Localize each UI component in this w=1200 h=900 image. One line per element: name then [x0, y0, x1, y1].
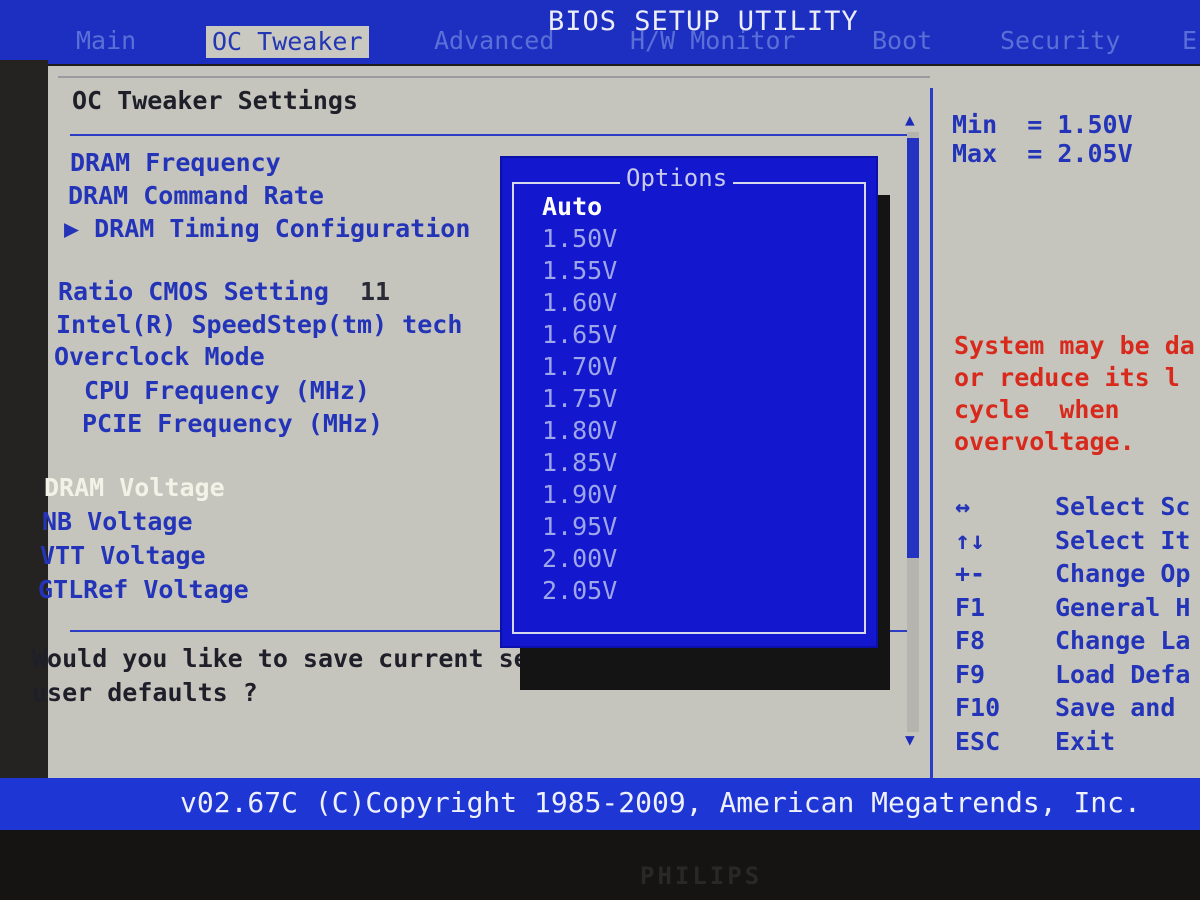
key-row: F1 General H: [955, 593, 1200, 627]
setting-vtt-voltage[interactable]: VTT Voltage: [40, 541, 206, 570]
section-divider: [70, 134, 910, 136]
tab-main[interactable]: Main: [76, 26, 136, 55]
frame-border: [58, 76, 930, 78]
tab-exit[interactable]: E: [1182, 26, 1197, 55]
setting-pcie-frequency[interactable]: PCIE Frequency (MHz): [82, 409, 383, 438]
key-row: ESC Exit: [955, 727, 1200, 761]
option-2-00v[interactable]: 2.00V: [542, 544, 617, 573]
submenu-dram-timing-configuration[interactable]: ▶ DRAM Timing Configuration: [64, 214, 470, 243]
setting-dram-command-rate[interactable]: DRAM Command Rate: [68, 181, 324, 210]
overvoltage-warning: System may be da or reduce its l cycle w…: [954, 331, 1195, 456]
setting-label: Ratio CMOS Setting: [58, 277, 329, 306]
key-row: ↑↓ Select It: [955, 526, 1200, 560]
voltage-range-help: Min = 1.50V Max = 2.05V: [952, 110, 1133, 168]
options-popup[interactable]: Options Auto 1.50V 1.55V 1.60V 1.65V 1.7…: [500, 156, 878, 648]
help-divider: [930, 88, 933, 778]
option-2-05v[interactable]: 2.05V: [542, 576, 617, 605]
key-row: F8 Change La: [955, 626, 1200, 660]
setting-intel-speedstep[interactable]: Intel(R) SpeedStep(tm) tech: [56, 310, 462, 339]
section-title: OC Tweaker Settings: [72, 86, 358, 115]
option-auto[interactable]: Auto: [542, 192, 602, 221]
footer-bar: v02.67C (C)Copyright 1985-2009, American…: [0, 778, 1200, 830]
key-description: Select Sc: [1055, 492, 1191, 521]
title-bar: BIOS SETUP UTILITY Main OC Tweaker Advan…: [0, 0, 1200, 64]
key-arrows-ud-icon: ↑↓: [955, 525, 986, 555]
popup-title: Options: [620, 164, 734, 192]
key-esc: ESC: [955, 726, 1001, 756]
setting-ratio-cmos[interactable]: Ratio CMOS Setting 11: [58, 277, 390, 306]
monitor-brand-logo: PHILIPS: [640, 862, 763, 890]
option-1-80v[interactable]: 1.80V: [542, 416, 617, 445]
key-row: F9 Load Defa: [955, 660, 1200, 694]
key-description: Save and: [1055, 693, 1176, 722]
setting-gtlref-voltage[interactable]: GTLRef Voltage: [38, 575, 249, 604]
scroll-up-icon[interactable]: ▲: [905, 110, 915, 129]
key-description: Change Op: [1055, 559, 1191, 588]
setting-dram-voltage[interactable]: DRAM Voltage: [44, 473, 225, 502]
option-1-55v[interactable]: 1.55V: [542, 256, 617, 285]
option-1-95v[interactable]: 1.95V: [542, 512, 617, 541]
option-1-70v[interactable]: 1.70V: [542, 352, 617, 381]
scroll-down-icon[interactable]: ▼: [905, 730, 915, 749]
setting-dram-frequency[interactable]: DRAM Frequency: [70, 148, 281, 177]
key-description: Select It: [1055, 525, 1191, 555]
key-description: Load Defa: [1055, 659, 1191, 689]
option-1-65v[interactable]: 1.65V: [542, 320, 617, 349]
key-row: F10 Save and: [955, 693, 1200, 727]
key-description: Change La: [1055, 626, 1191, 655]
copyright-text: v02.67C (C)Copyright 1985-2009, American…: [180, 786, 1141, 819]
key-row: ↔ Select Sc: [955, 492, 1200, 526]
option-1-60v[interactable]: 1.60V: [542, 288, 617, 317]
key-arrows-lr-icon: ↔: [955, 492, 971, 521]
tab-boot[interactable]: Boot: [872, 26, 932, 55]
key-description: Exit: [1055, 726, 1116, 756]
bios-screen: BIOS SETUP UTILITY Main OC Tweaker Advan…: [0, 0, 1200, 900]
scrollbar[interactable]: ▲ ▼: [905, 110, 921, 750]
tab-security[interactable]: Security: [1000, 26, 1120, 55]
key-f10: F10: [955, 693, 1001, 722]
key-description: General H: [1055, 592, 1191, 622]
key-f8: F8: [955, 626, 986, 655]
key-row: +- Change Op: [955, 559, 1200, 593]
scroll-thumb[interactable]: [907, 138, 919, 558]
setting-nb-voltage[interactable]: NB Voltage: [42, 507, 193, 536]
key-plus-minus: +-: [955, 559, 986, 588]
option-1-75v[interactable]: 1.75V: [542, 384, 617, 413]
setting-value: 11: [360, 277, 391, 306]
key-legend: ↔ Select Sc ↑↓ Select It +- Change Op F1 Gen…: [955, 492, 1200, 760]
option-1-50v[interactable]: 1.50V: [542, 224, 617, 253]
tab-advanced[interactable]: Advanced: [434, 26, 554, 55]
tab-hw-monitor[interactable]: H/W Monitor: [630, 26, 796, 55]
option-1-90v[interactable]: 1.90V: [542, 480, 617, 509]
tab-oc-tweaker[interactable]: OC Tweaker: [206, 26, 369, 58]
monitor-bezel-bottom: PHILIPS: [0, 830, 1200, 900]
key-f9: F9: [955, 659, 986, 689]
setting-overclock-mode[interactable]: Overclock Mode: [54, 342, 265, 371]
setting-cpu-frequency[interactable]: CPU Frequency (MHz): [84, 376, 370, 405]
option-1-85v[interactable]: 1.85V: [542, 448, 617, 477]
key-f1: F1: [955, 592, 986, 622]
